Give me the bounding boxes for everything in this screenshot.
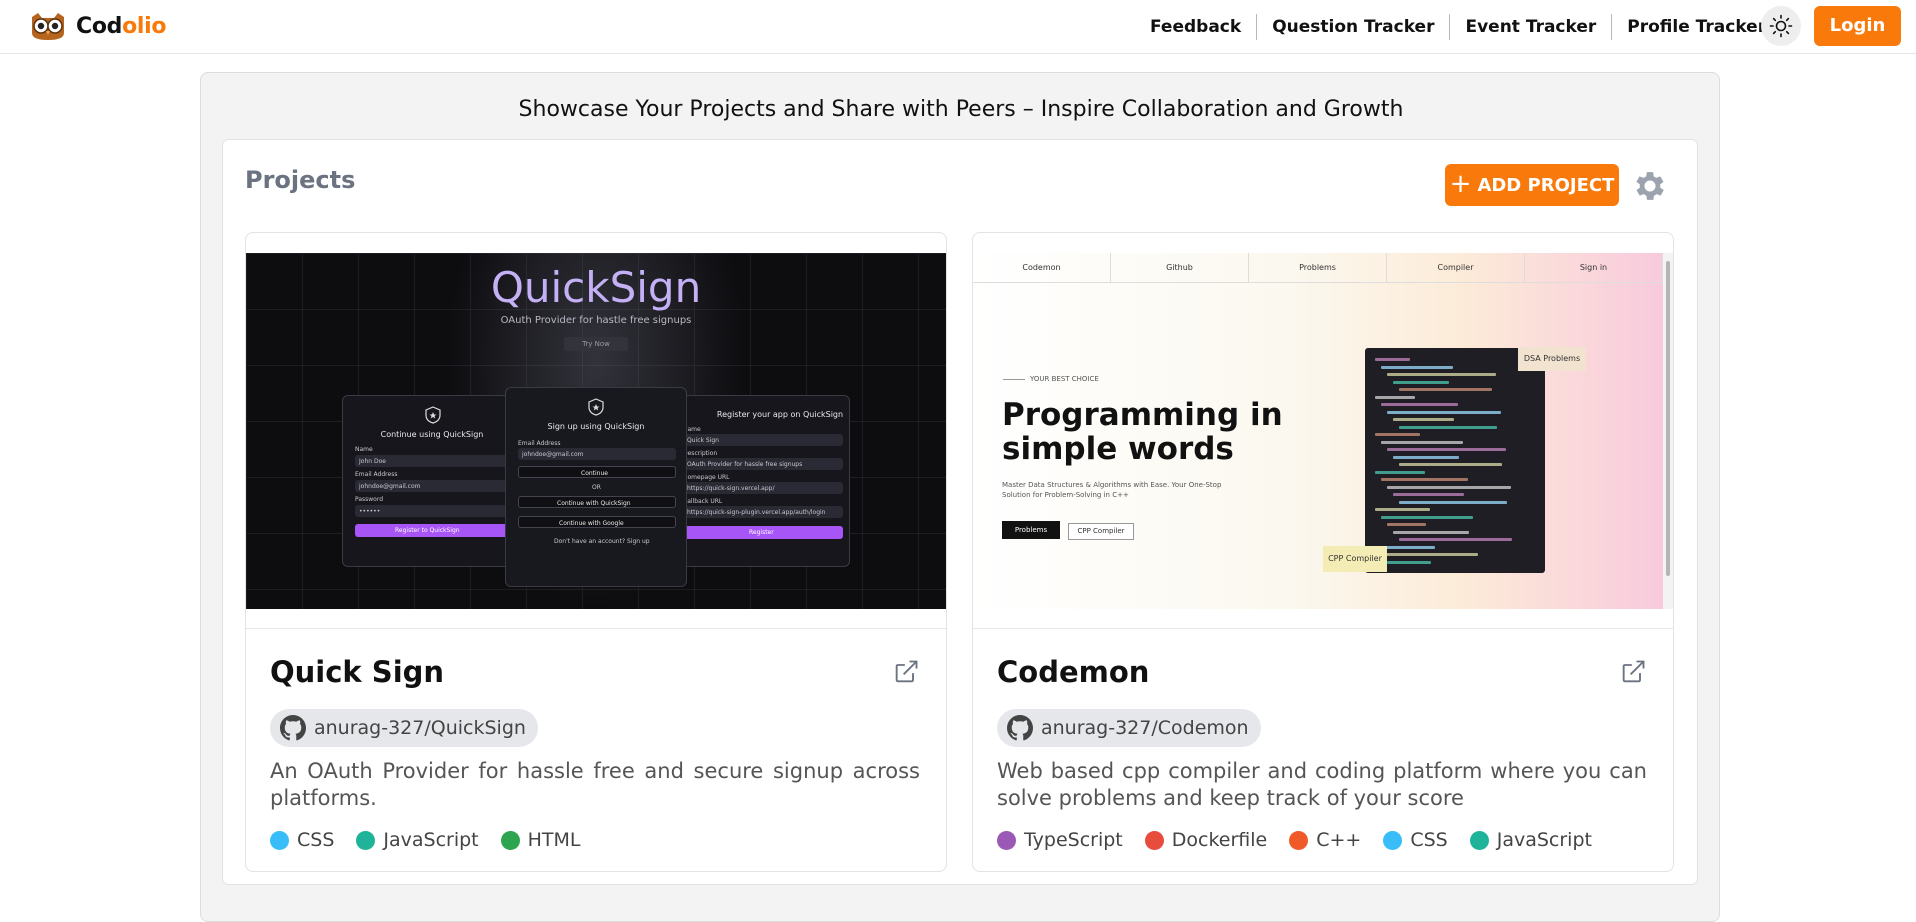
- add-project-label: ADD PROJECT: [1477, 174, 1615, 196]
- project-thumbnail: Codemon Github Problems Compiler Sign in…: [973, 253, 1673, 609]
- language-tag: CSS: [1383, 829, 1448, 851]
- repo-link-chip[interactable]: anurag-327/Codemon: [997, 709, 1261, 747]
- nav-link-event-tracker[interactable]: Event Tracker: [1449, 14, 1611, 40]
- thumb-code-editor: [1365, 348, 1545, 573]
- language-tag: JavaScript: [1469, 829, 1592, 851]
- language-color-dot: [1289, 830, 1309, 850]
- language-color-dot: [356, 830, 376, 850]
- project-title: Codemon: [997, 655, 1150, 689]
- thumb-right-form: Register your app on QuickSign Name Quic…: [670, 395, 850, 567]
- gear-icon[interactable]: [1631, 167, 1669, 205]
- repo-name: anurag-327/Codemon: [1041, 717, 1249, 739]
- language-tag: HTML: [500, 829, 581, 851]
- projects-page-panel: Showcase Your Projects and Share with Pe…: [200, 72, 1720, 922]
- thumb-try-button: Try Now: [564, 337, 628, 351]
- repo-name: anurag-327/QuickSign: [314, 717, 526, 739]
- language-tag: TypeScript: [997, 829, 1123, 851]
- logo-text: Codolio: [76, 13, 167, 39]
- project-description: Web based cpp compiler and coding platfo…: [997, 759, 1647, 810]
- codolio-logo[interactable]: Codolio: [28, 10, 167, 42]
- external-link-icon[interactable]: [1619, 658, 1647, 686]
- language-color-dot: [1469, 830, 1489, 850]
- language-color-dot: [1144, 830, 1164, 850]
- project-description: An OAuth Provider for hassle free and se…: [270, 759, 920, 810]
- github-icon: [280, 715, 306, 741]
- theme-toggle-button[interactable]: [1761, 6, 1801, 46]
- external-link-icon[interactable]: [892, 658, 920, 686]
- page-headline: Showcase Your Projects and Share with Pe…: [518, 97, 1404, 122]
- thumb-compiler-button: CPP Compiler: [1068, 523, 1134, 540]
- language-color-dot: [1383, 830, 1403, 850]
- project-card-codemon[interactable]: Codemon Github Problems Compiler Sign in…: [972, 232, 1674, 872]
- repo-link-chip[interactable]: anurag-327/QuickSign: [270, 709, 538, 747]
- sun-icon: [1769, 14, 1793, 38]
- thumb-navbar: Codemon Github Problems Compiler Sign in: [973, 253, 1663, 283]
- thumb-heading: Programming in simple words: [1002, 397, 1283, 467]
- nav-link-question-tracker[interactable]: Question Tracker: [1256, 14, 1449, 40]
- language-tag: C++: [1289, 829, 1361, 851]
- thumb-problems-button: Problems: [1002, 521, 1060, 539]
- thumb-subtitle: OAuth Provider for hastle free signups: [500, 315, 692, 326]
- github-icon: [1007, 715, 1033, 741]
- top-navbar: Codolio Feedback Question Tracker Event …: [0, 0, 1916, 54]
- language-tag: JavaScript: [356, 829, 479, 851]
- login-button[interactable]: Login: [1814, 6, 1901, 46]
- nav-link-profile-tracker[interactable]: Profile Tracker: [1611, 14, 1781, 40]
- nav-link-feedback[interactable]: Feedback: [1135, 14, 1256, 40]
- language-tag: Dockerfile: [1144, 829, 1267, 851]
- thumb-left-form: Continue using QuickSign Name John Doe E…: [342, 395, 522, 567]
- owl-logo-icon: [32, 13, 64, 40]
- thumb-tag-cpp: CPP Compiler: [1323, 546, 1387, 572]
- nav-links: Feedback Question Tracker Event Tracker …: [1135, 12, 1781, 42]
- project-title: Quick Sign: [270, 655, 445, 689]
- thumb-logo: QuickSign: [490, 263, 702, 312]
- language-color-dot: [500, 830, 520, 850]
- language-color-dot: [270, 830, 289, 850]
- plus-icon: +: [1449, 168, 1472, 199]
- thumb-paragraph: Master Data Structures & Algorithms with…: [1002, 481, 1222, 499]
- section-title: Projects: [245, 166, 356, 194]
- thumb-tag-dsa: DSA Problems: [1518, 347, 1586, 371]
- thumb-kicker: YOUR BEST CHOICE: [1003, 375, 1099, 383]
- language-tags: CSS JavaScript HTML: [270, 829, 581, 851]
- language-tag: CSS: [270, 829, 334, 851]
- language-color-dot: [997, 830, 1016, 850]
- language-tags: TypeScript Dockerfile C++ CSS JavaScript: [997, 829, 1592, 851]
- add-project-button[interactable]: + ADD PROJECT: [1445, 164, 1619, 206]
- project-card-quicksign[interactable]: QuickSign OAuth Provider for hastle free…: [245, 232, 947, 872]
- thumb-center-form: Sign up using QuickSign Email Address jo…: [505, 387, 687, 587]
- project-thumbnail: QuickSign OAuth Provider for hastle free…: [246, 253, 946, 609]
- projects-section: Projects + ADD PROJECT QuickSign OAuth P…: [222, 139, 1698, 885]
